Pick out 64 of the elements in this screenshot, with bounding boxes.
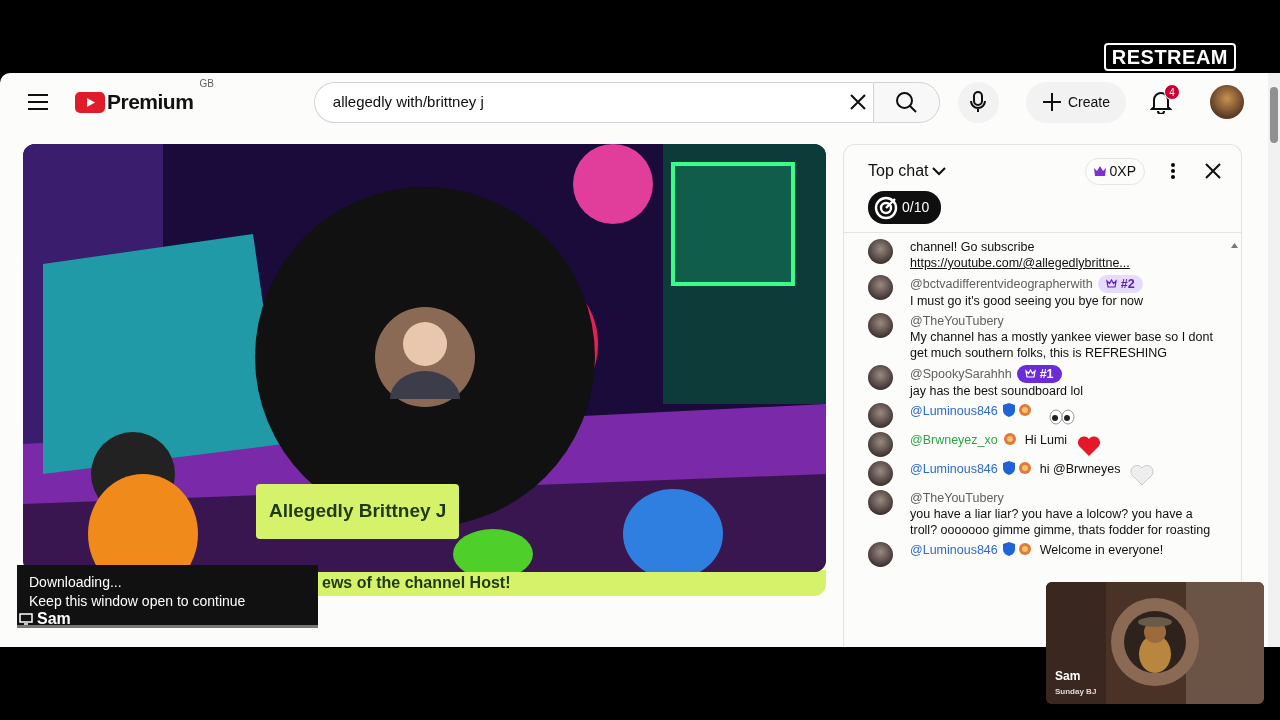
search-button[interactable] (872, 81, 940, 123)
search-icon (895, 91, 918, 113)
scroll-up-icon[interactable] (1230, 243, 1238, 248)
search-field[interactable]: allegedly with/brittney j (313, 81, 873, 123)
name-label: Allegedly Brittney J (256, 484, 460, 539)
avatar (868, 542, 893, 567)
eyes-icon (1049, 408, 1076, 425)
author-name[interactable]: @SpookySarahhh (910, 367, 1012, 381)
logo-text[interactable]: Premium (107, 86, 194, 118)
participant-name: Sam (1055, 668, 1081, 685)
more-options-icon[interactable] (1171, 163, 1175, 179)
avatar (868, 432, 893, 457)
goal-chip[interactable]: 0/10 (868, 191, 942, 224)
participant-subtitle: Sunday BJ (1055, 686, 1097, 698)
play-logo-icon[interactable] (75, 91, 105, 113)
clear-icon[interactable] (848, 93, 867, 111)
avatar (868, 403, 893, 428)
notification-count: 4 (1164, 83, 1180, 100)
rank-chip: #1 (1016, 365, 1062, 383)
microphone-icon (970, 91, 987, 113)
crown-icon (1105, 279, 1117, 288)
plus-icon (1041, 92, 1062, 112)
crown-icon (1024, 369, 1036, 378)
chat-mode-dropdown[interactable]: Top chat (868, 159, 947, 183)
message-text: Hi Lumi (1024, 433, 1101, 447)
heart-icon (1076, 434, 1101, 457)
author-name[interactable]: @Luminous846 (910, 543, 998, 557)
avatar (868, 313, 893, 338)
message-link[interactable]: https://youtube.com/@allegedlybrittne... (910, 255, 1219, 271)
heart-icon (1130, 463, 1154, 486)
avatar (868, 275, 893, 300)
message-text: you have a liar liar? you have a lolcow? you have a troll? ooooooo gimme gimme, thats fodder for roasting (910, 506, 1212, 538)
author-name[interactable]: @Luminous846 (910, 404, 998, 418)
menu-icon[interactable] (28, 94, 48, 110)
ticker-text: ews of the channel Host! (322, 574, 511, 591)
message-text: channel! Go subscribe (910, 239, 1036, 255)
avatar (868, 461, 893, 486)
caret-icon (932, 166, 947, 176)
author-name[interactable]: @Luminous846 (910, 462, 998, 476)
monitor-icon (19, 612, 33, 625)
restream-logo: RESTREAM (1103, 43, 1236, 71)
message-text: hi @Brwneyes (1039, 462, 1154, 476)
message-text: Welcome in everyone! (1039, 543, 1164, 557)
close-icon[interactable] (1205, 163, 1221, 179)
avatar (868, 239, 893, 264)
scrollbar-thumb[interactable] (1270, 87, 1278, 143)
message-text: I must go it's good seeing you bye for now (910, 294, 1144, 308)
author-name[interactable]: @bctvadifferentvideographerwith (910, 277, 1093, 291)
toast-title: Downloading... (29, 573, 123, 592)
search-input[interactable]: allegedly with/brittney j (330, 89, 849, 115)
crown-icon (1093, 166, 1106, 176)
rank-chip: #2 (1097, 275, 1143, 293)
avatar (868, 365, 893, 390)
author-name[interactable]: @TheYouTubery (910, 314, 1004, 328)
author-name[interactable]: @TheYouTubery (910, 491, 1004, 505)
source-name: Sam (37, 610, 71, 627)
region-code: GB (199, 77, 214, 92)
message-text: My channel has a mostly yankee viewer base so I dont get much southern folks, this is REFRESHING (910, 329, 1214, 361)
avatar (868, 490, 893, 515)
target-icon (874, 195, 898, 220)
avatar[interactable] (1210, 85, 1244, 119)
create-button[interactable]: Create (1025, 81, 1126, 123)
toast-message: Keep this window open to continue (29, 592, 247, 611)
message-text: jay has the best soundboard lol (910, 384, 1084, 398)
